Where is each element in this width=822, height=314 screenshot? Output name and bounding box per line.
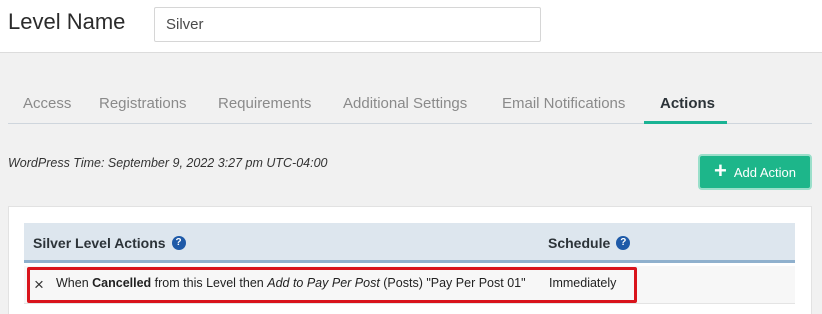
- tab-additional-settings[interactable]: Additional Settings: [343, 85, 467, 123]
- tab-email-notifications[interactable]: Email Notifications: [502, 85, 625, 123]
- active-tab-indicator: [644, 121, 727, 124]
- column-header-actions: Silver Level Actions ?: [33, 223, 186, 263]
- add-action-button[interactable]: + Add Action: [698, 154, 812, 190]
- add-action-label: Add Action: [733, 164, 796, 180]
- action-description: When Cancelled from this Level then Add …: [56, 276, 526, 290]
- schedule-value: Immediately: [549, 276, 617, 290]
- level-header: Level Name: [0, 0, 822, 53]
- close-icon[interactable]: ×: [34, 275, 48, 295]
- plus-icon: +: [713, 158, 727, 183]
- tab-access[interactable]: Access: [23, 85, 71, 123]
- column-header-schedule: Schedule ?: [548, 223, 631, 263]
- help-icon[interactable]: ?: [171, 236, 186, 250]
- wordpress-time: WordPress Time: September 9, 2022 3:27 p…: [8, 156, 328, 170]
- level-name-input[interactable]: [154, 7, 541, 42]
- help-icon[interactable]: ?: [616, 236, 631, 250]
- actions-table-header: Silver Level Actions ? Schedule ?: [24, 223, 795, 263]
- tab-registrations[interactable]: Registrations: [99, 85, 187, 123]
- settings-tabs: Access Registrations Requirements Additi…: [8, 85, 812, 124]
- level-name-label: Level Name: [8, 9, 126, 34]
- tab-requirements[interactable]: Requirements: [218, 85, 311, 123]
- tab-actions[interactable]: Actions: [660, 85, 715, 123]
